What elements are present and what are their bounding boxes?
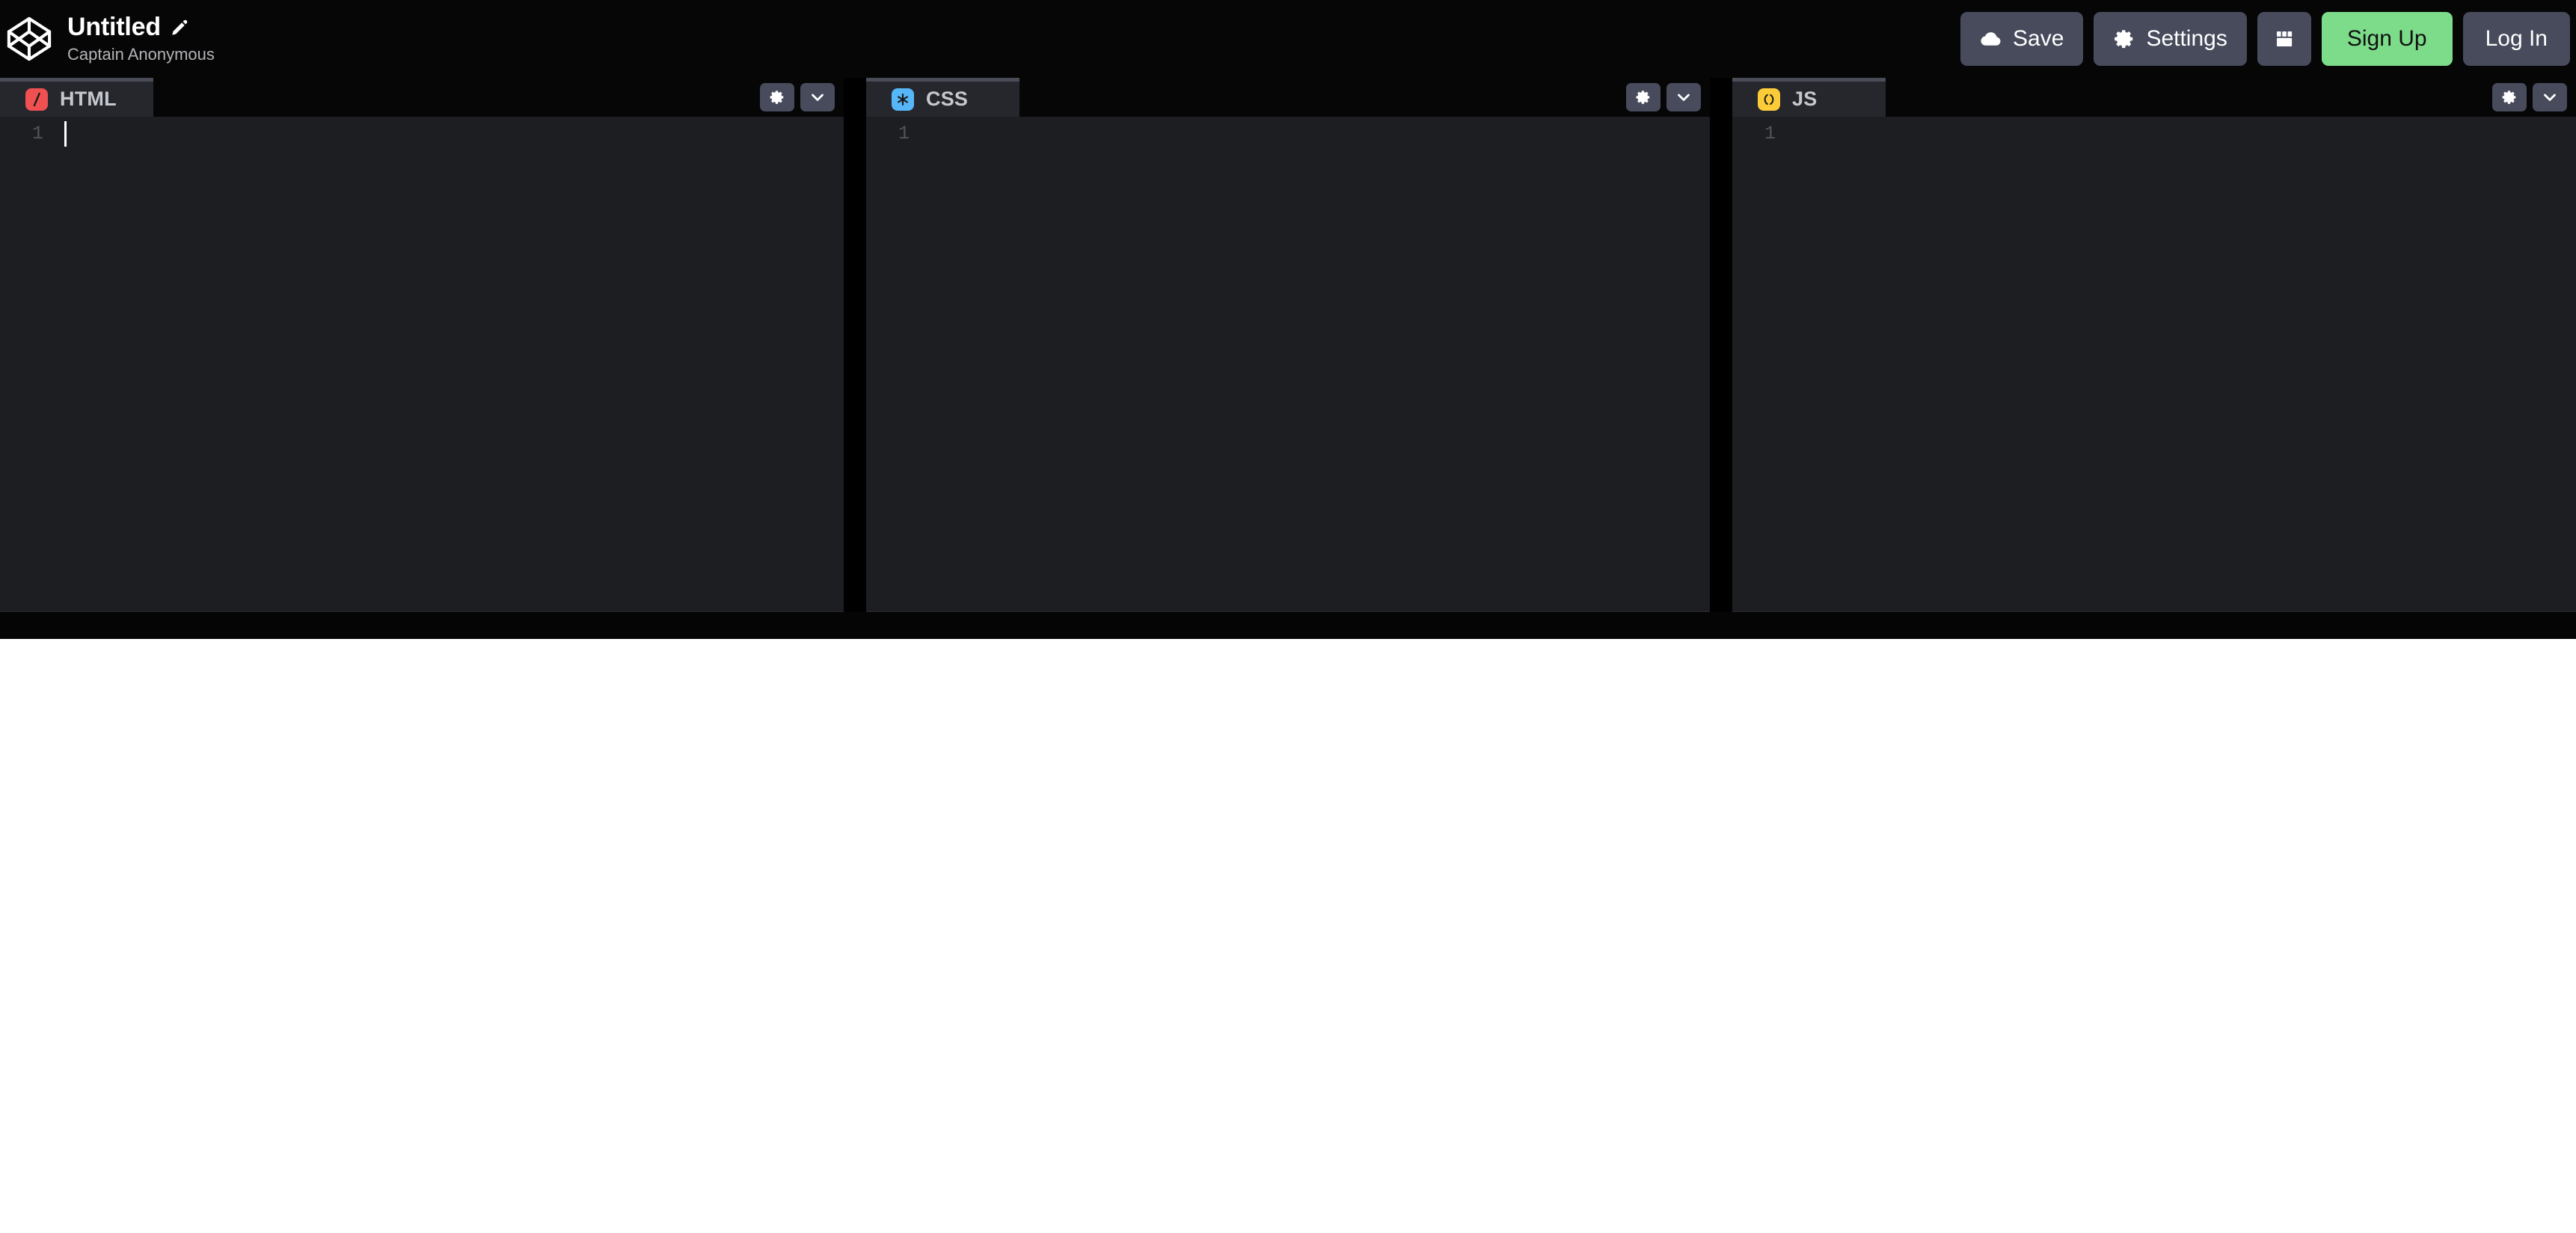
- html-line-number: 1: [31, 122, 43, 144]
- html-line-text: [54, 117, 844, 150]
- html-editor-panel: HTML 1: [0, 78, 844, 612]
- css-line-number: 1: [898, 122, 910, 144]
- css-collapse-button[interactable]: [1666, 83, 1701, 111]
- css-asterisk-icon: [892, 88, 914, 111]
- html-settings-button[interactable]: [760, 83, 794, 111]
- tab-js[interactable]: JS: [1732, 78, 1886, 117]
- js-header-spacer: [1886, 78, 2492, 117]
- codepen-logo-icon[interactable]: [6, 16, 52, 62]
- change-view-layout-button[interactable]: [2257, 12, 2311, 66]
- preview-resize-handle[interactable]: [0, 612, 2576, 639]
- panel-resize-handle-1[interactable]: [844, 78, 866, 612]
- js-settings-button[interactable]: [2492, 83, 2527, 111]
- top-header-actions: Save Settings Sign Up Log In: [1960, 0, 2570, 78]
- js-editor-panel: JS 1: [1732, 78, 2576, 612]
- pen-author: Captain Anonymous: [67, 44, 215, 64]
- pen-meta: Untitled Captain Anonymous: [67, 13, 215, 64]
- css-header-spacer: [1019, 78, 1626, 117]
- preview-pane[interactable]: [0, 639, 2576, 1233]
- js-line-number: 1: [1764, 122, 1776, 144]
- chevron-down-icon: [2541, 88, 2559, 106]
- css-panel-header: CSS: [866, 78, 1710, 117]
- pencil-edit-icon[interactable]: [170, 18, 189, 37]
- html-header-actions: [760, 78, 844, 117]
- settings-button-label: Settings: [2146, 26, 2227, 51]
- sign-up-button[interactable]: Sign Up: [2321, 12, 2453, 66]
- html-panel-header: HTML: [0, 78, 844, 117]
- code-line: 1: [866, 117, 1710, 150]
- css-code-area[interactable]: 1: [866, 117, 1710, 612]
- cloud-save-icon: [1980, 28, 2002, 50]
- css-line-text: [920, 117, 1710, 150]
- js-code-area[interactable]: 1: [1732, 117, 2576, 612]
- settings-button[interactable]: Settings: [2094, 12, 2247, 66]
- change-view-layout-icon: [2273, 28, 2296, 50]
- brand-area: Untitled Captain Anonymous: [0, 13, 215, 64]
- gear-icon: [769, 89, 785, 105]
- js-line-text: [1786, 117, 2576, 150]
- css-settings-button[interactable]: [1626, 83, 1660, 111]
- code-line: 1: [0, 117, 844, 150]
- gear-icon: [1635, 89, 1652, 105]
- html-slash-icon: [25, 88, 48, 111]
- log-in-button-label: Log In: [2485, 26, 2548, 51]
- tab-html-label: HTML: [60, 88, 117, 110]
- tab-css[interactable]: CSS: [866, 78, 1019, 117]
- codepen-editor-app: Untitled Captain Anonymous Save Settings…: [0, 0, 2576, 1233]
- css-header-actions: [1626, 78, 1710, 117]
- js-parens-icon: [1758, 88, 1780, 111]
- html-collapse-button[interactable]: [800, 83, 835, 111]
- text-cursor: [64, 121, 67, 147]
- js-collapse-button[interactable]: [2533, 83, 2567, 111]
- log-in-button[interactable]: Log In: [2462, 12, 2570, 66]
- js-panel-header: JS: [1732, 78, 2576, 117]
- css-editor-panel: CSS 1: [866, 78, 1710, 612]
- html-code-area[interactable]: 1: [0, 117, 844, 612]
- save-button-label: Save: [2013, 26, 2064, 51]
- save-button[interactable]: Save: [1960, 12, 2084, 66]
- chevron-down-icon: [1675, 88, 1693, 106]
- code-line: 1: [1732, 117, 2576, 150]
- js-header-actions: [2492, 78, 2576, 117]
- chevron-down-icon: [809, 88, 827, 106]
- tab-js-label: JS: [1792, 88, 1818, 110]
- gear-icon: [2113, 28, 2135, 50]
- top-header-bar: Untitled Captain Anonymous Save Settings…: [0, 0, 2576, 78]
- html-header-spacer: [153, 78, 760, 117]
- pen-title-row[interactable]: Untitled: [67, 13, 215, 42]
- gear-icon: [2501, 89, 2518, 105]
- panel-resize-handle-2[interactable]: [1710, 78, 1732, 612]
- tab-css-label: CSS: [926, 88, 969, 110]
- sign-up-button-label: Sign Up: [2346, 26, 2427, 51]
- editor-panels-row: HTML 1 CSS 1 JS 1: [0, 78, 2576, 612]
- page-title: Untitled: [67, 13, 161, 42]
- tab-html[interactable]: HTML: [0, 78, 153, 117]
